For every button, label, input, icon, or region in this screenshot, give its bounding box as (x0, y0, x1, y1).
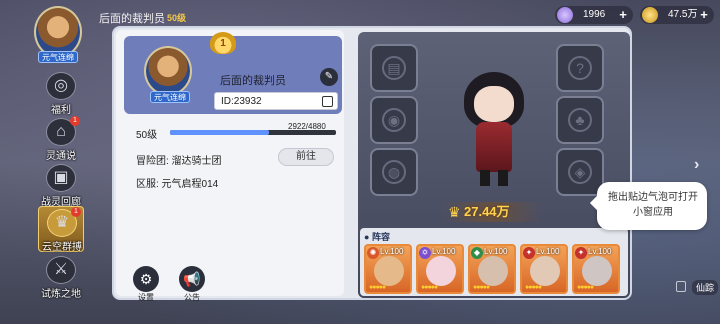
exp-bar (170, 130, 336, 135)
sidenav-item-welfare[interactable]: ◎ 福利 (38, 70, 84, 116)
lineup-hero-card[interactable]: ✡ Lv.100 ●●●●● (416, 244, 464, 294)
level-label: 50级 (136, 130, 158, 141)
adventure-group-label: 冒险团: 溜达骑士团 (136, 156, 222, 167)
hero-stars: ●●●●● (421, 284, 438, 291)
power-icon: ♛ (448, 204, 461, 220)
hero-level: Lv.100 (432, 247, 456, 256)
player-id: ID:23932 (221, 96, 262, 107)
hero-stars: ●●●●● (369, 284, 386, 291)
gem-icon (557, 7, 573, 23)
combat-power: ♛ 27.44万 (442, 202, 542, 222)
player-name: 后面的裁判员 (99, 13, 165, 25)
corner-label[interactable]: 仙踪 (692, 280, 719, 295)
hero-legs (480, 170, 508, 186)
rank-badge: 1 (210, 32, 236, 54)
cloak-icon: ♣ (568, 108, 592, 132)
equip-slot-cloak[interactable]: ♣ (556, 96, 604, 144)
welfare-icon: ◎ (46, 72, 76, 100)
player-id-box: ID:23932 (214, 92, 338, 110)
profile-header: 1 元气连绵 后面的裁判员 ✎ ID:23932 (124, 32, 342, 114)
bubble-tooltip[interactable]: 拖出贴边气泡可打开小窗应用 (589, 182, 707, 230)
hero-face (474, 86, 514, 122)
lineup-hero-card[interactable]: ✦ Lv.100 ●●●●● (572, 244, 620, 294)
lineup-title: ● 阵容 (364, 232, 390, 242)
hero-portrait (374, 256, 404, 286)
sidenav-item-spirit[interactable]: ⌂ 1 灵通说 (38, 116, 84, 162)
goto-button[interactable]: 前往 (278, 148, 334, 166)
sidenav-label: 灵通说 (46, 151, 76, 162)
hero-figure[interactable] (454, 72, 534, 188)
next-arrow-icon[interactable]: › (694, 156, 699, 174)
hero-portrait (582, 256, 612, 286)
add-gem-button[interactable]: + (616, 8, 630, 22)
sidenav-label: 福利 (51, 105, 71, 116)
element-badge: ✦ (523, 247, 535, 259)
coin-value: 47.5万 (668, 9, 698, 20)
hero-portrait (426, 256, 456, 286)
coin-resource: 47.5万 + (640, 6, 714, 24)
equip-slot-back[interactable]: ? (556, 44, 604, 92)
lock-icon (676, 281, 686, 292)
wing-icon: ? (568, 56, 592, 80)
sidenav-label: 云空群搏 (42, 242, 82, 253)
lineup-hero-card[interactable]: ✺ Lv.100 ●●●●● (364, 244, 412, 294)
sidenav-item-cloud[interactable]: ♛ 1 云空群搏 (38, 206, 84, 253)
notice-label: 公告 (184, 293, 200, 302)
sidenav-item-corridor[interactable]: ▣ 战灵回廊 (38, 162, 84, 208)
coin-icon (642, 7, 658, 23)
gear-icon: ⚙ (133, 266, 159, 292)
sidenav-label: 试炼之地 (41, 289, 81, 300)
hero-portrait (478, 256, 508, 286)
hero-portrait (530, 256, 560, 286)
player-level: 50级 (167, 13, 187, 23)
badge-icon: ◍ (382, 160, 406, 184)
swords-icon: ⚔ (46, 256, 76, 284)
profile-name: 后面的裁判员 (220, 75, 286, 87)
equip-slot-eye[interactable]: ◉ (370, 96, 418, 144)
sidenav-item-trial[interactable]: ⚔ 试炼之地 (38, 254, 84, 300)
profile-avatar-tag: 元气连绵 (150, 91, 190, 103)
notification-badge: 1 (70, 116, 80, 126)
hero-stars: ●●●●● (577, 284, 594, 291)
settings-label: 设置 (138, 293, 154, 302)
portal-icon: ▣ (46, 164, 76, 192)
hero-stars: ●●●●● (525, 284, 542, 291)
combat-power-value: 27.44万 (464, 204, 510, 219)
element-badge: ◆ (471, 247, 483, 259)
tooltip-text: 拖出贴边气泡可打开小窗应用 (608, 192, 698, 218)
gem-value: 1996 (583, 9, 606, 20)
edit-name-button[interactable]: ✎ (320, 68, 338, 86)
hero-level: Lv.100 (484, 247, 508, 256)
mask-icon: ◈ (568, 160, 592, 184)
hero-level: Lv.100 (536, 247, 560, 256)
hero-stars: ●●●●● (473, 284, 490, 291)
profile-avatar[interactable] (144, 46, 192, 96)
notification-badge: 1 (71, 207, 81, 217)
megaphone-icon: 📢 (179, 266, 205, 292)
server-label: 区服: 元气启程014 (136, 179, 219, 190)
lineup-hero-card[interactable]: ✦ Lv.100 ●●●●● (520, 244, 568, 294)
hat-icon: ▤ (382, 56, 406, 80)
gem-resource: 1996 + (555, 6, 633, 24)
profile-panel: 1 元气连绵 后面的裁判员 ✎ ID:23932 50级 2922/4880 冒… (112, 26, 632, 302)
settings-button[interactable]: ⚙ 设置 (126, 266, 166, 304)
exp-bar-fill (170, 130, 270, 135)
avatar-tag: 元气连绵 (38, 51, 78, 63)
hero-body (476, 122, 512, 172)
equip-slot-hat[interactable]: ▤ (370, 44, 418, 92)
notice-button[interactable]: 📢 公告 (172, 266, 212, 304)
profile-info-pane: 1 元气连绵 后面的裁判员 ✎ ID:23932 50级 2922/4880 冒… (116, 30, 344, 302)
hero-pane: ▤ ◉ ◍ ? ♣ ◈ ♛ 27.44万 ● 阵容 ✺ Lv.100 ●●●●●… (358, 32, 630, 298)
lineup-panel: ● 阵容 ✺ Lv.100 ●●●●● ✡ Lv.100 ●●●●● ◆ Lv.… (360, 228, 628, 296)
hero-level: Lv.100 (588, 247, 612, 256)
add-coin-button[interactable]: + (697, 8, 711, 22)
eye-icon: ◉ (382, 108, 406, 132)
element-badge: ✡ (419, 247, 431, 259)
element-badge: ✺ (367, 247, 379, 259)
lineup-hero-card[interactable]: ◆ Lv.100 ●●●●● (468, 244, 516, 294)
copy-icon[interactable] (322, 96, 333, 107)
hero-level: Lv.100 (380, 247, 404, 256)
equip-slot-badge[interactable]: ◍ (370, 148, 418, 196)
element-badge: ✦ (575, 247, 587, 259)
